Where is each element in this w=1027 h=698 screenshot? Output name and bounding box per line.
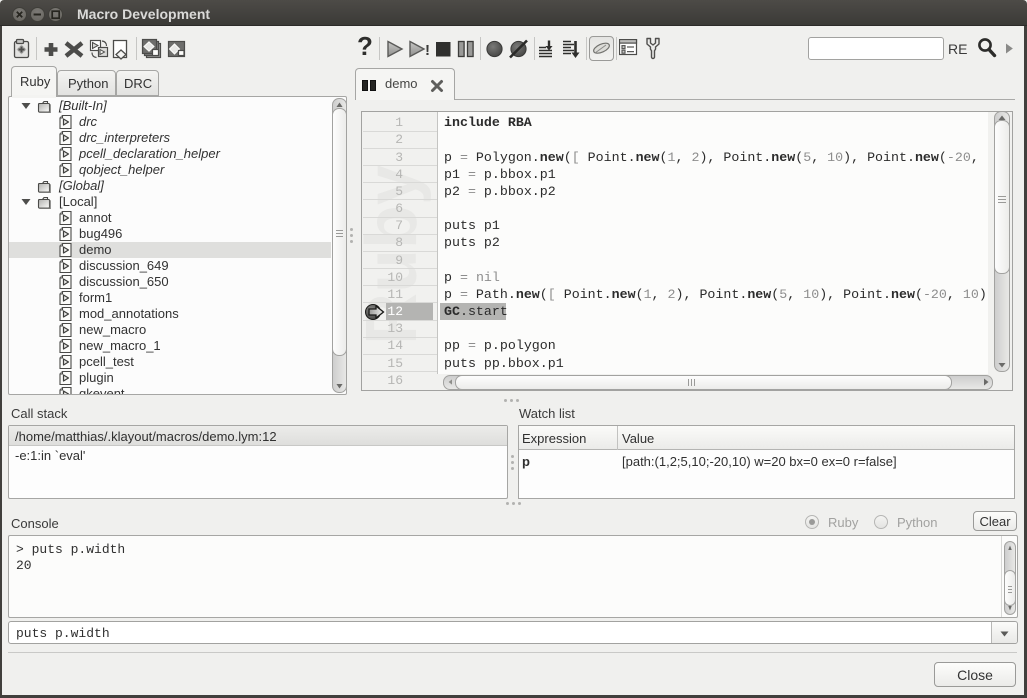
svg-text:!: !: [425, 42, 430, 59]
